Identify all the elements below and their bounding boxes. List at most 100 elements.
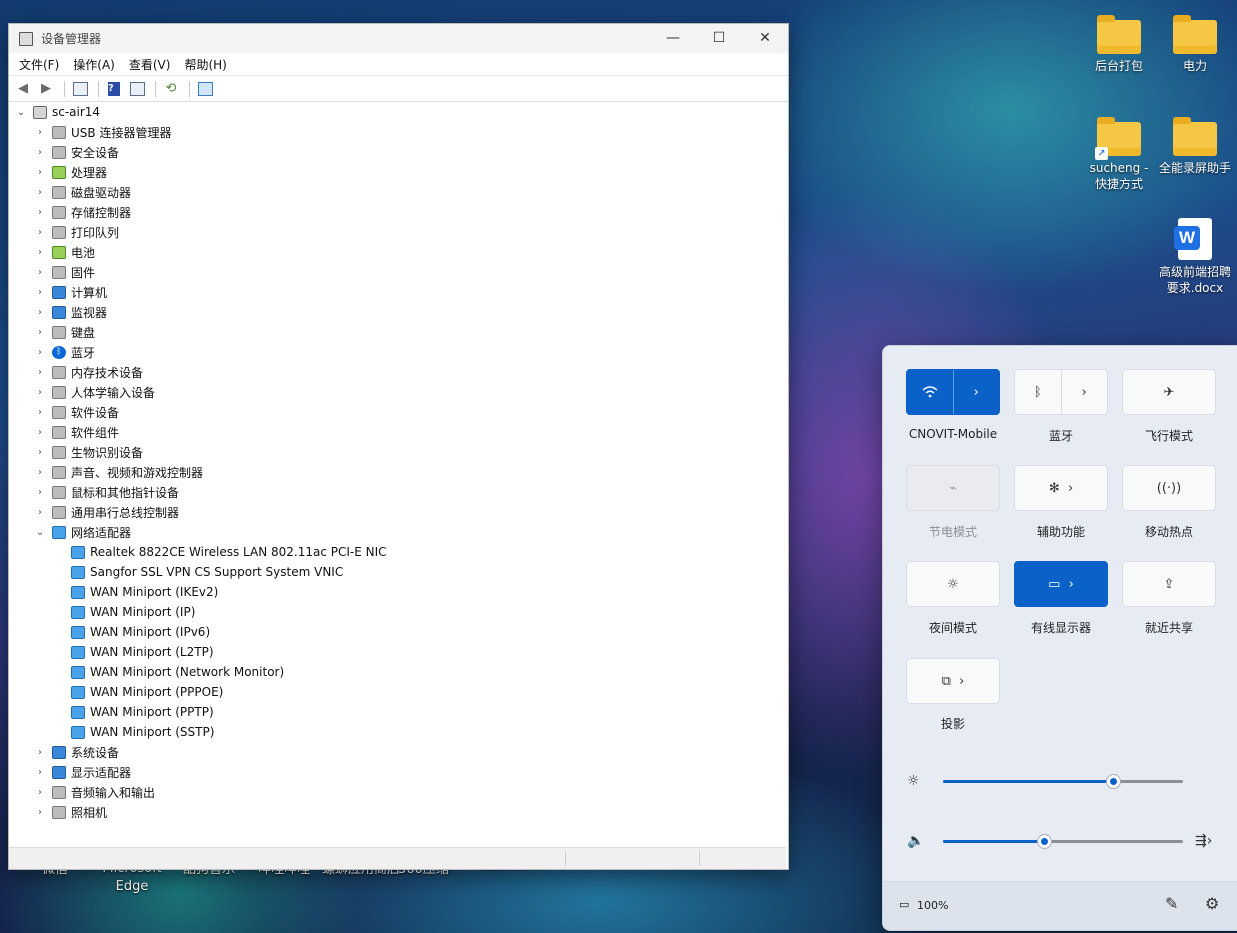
tree-category[interactable]: › 软件组件 (9, 422, 786, 442)
show-hide-tree-icon[interactable] (70, 80, 90, 98)
tree-device[interactable]: WAN Miniport (IP) (9, 602, 786, 622)
tree-category[interactable]: › 声音、视频和游戏控制器 (9, 462, 786, 482)
edit-pencil-icon[interactable]: ✎ (1165, 894, 1178, 913)
tree-category[interactable]: › 系统设备 (9, 742, 786, 762)
menu-action[interactable]: 操作(A) (66, 56, 122, 73)
tree-category[interactable]: › 磁盘驱动器 (9, 182, 786, 202)
update-driver-icon[interactable]: ⟲ (161, 80, 181, 98)
tile-hotspot[interactable]: ((·)) (1122, 465, 1216, 511)
expand-chevron-icon[interactable]: › (34, 207, 46, 218)
minimize-button[interactable]: — (650, 24, 696, 53)
tree-category[interactable]: › 打印队列 (9, 222, 786, 242)
tile-accessibility[interactable]: ✻ › (1014, 465, 1108, 511)
tree-category-network[interactable]: ⌄ 网络适配器 (9, 522, 786, 542)
tree-category[interactable]: › 内存技术设备 (9, 362, 786, 382)
speaker-icon[interactable]: 🔈 (907, 833, 929, 849)
expand-chevron-icon[interactable]: › (34, 447, 46, 458)
tree-category[interactable]: › 电池 (9, 242, 786, 262)
back-arrow-icon[interactable]: ◀ (13, 80, 33, 98)
tile-bluetooth[interactable]: ᛒ › (1014, 369, 1108, 415)
tree-device[interactable]: WAN Miniport (PPTP) (9, 702, 786, 722)
expand-chevron-icon[interactable]: › (34, 407, 46, 418)
tree-category[interactable]: › 监视器 (9, 302, 786, 322)
tree-category[interactable]: › 音频输入和输出 (9, 782, 786, 802)
tree-category[interactable]: › USB 连接器管理器 (9, 122, 786, 142)
wifi-icon[interactable] (907, 370, 953, 414)
volume-slider[interactable] (943, 834, 1183, 848)
properties-icon[interactable] (127, 80, 147, 98)
menu-help[interactable]: 帮助(H) (177, 56, 233, 73)
tree-device[interactable]: WAN Miniport (IKEv2) (9, 582, 786, 602)
tile-airplane[interactable]: ✈ (1122, 369, 1216, 415)
wifi-expand-chevron-icon[interactable]: › (952, 370, 1000, 414)
expand-chevron-icon[interactable]: › (34, 507, 46, 518)
collapse-chevron-icon[interactable]: ⌄ (15, 107, 27, 118)
collapse-chevron-icon[interactable]: ⌄ (34, 527, 46, 538)
desktop-icon-sucheng[interactable]: ↗ sucheng - 快捷方式 (1082, 117, 1156, 192)
tree-category[interactable]: › 软件设备 (9, 402, 786, 422)
tree-category[interactable]: › 鼠标和其他指针设备 (9, 482, 786, 502)
tree-root[interactable]: ⌄ sc-air14 (9, 102, 786, 122)
tree-category[interactable]: › 存储控制器 (9, 202, 786, 222)
expand-chevron-icon[interactable]: › (34, 427, 46, 438)
expand-chevron-icon[interactable]: › (34, 247, 46, 258)
tile-wifi[interactable]: › (906, 369, 1000, 415)
expand-chevron-icon[interactable]: › (34, 227, 46, 238)
expand-chevron-icon[interactable]: › (34, 807, 46, 818)
tree-device[interactable]: WAN Miniport (L2TP) (9, 642, 786, 662)
tile-night-light[interactable]: ☼ (906, 561, 1000, 607)
desktop-icon-luping[interactable]: 全能录屏助手 (1158, 117, 1232, 176)
tree-category[interactable]: › 通用串行总线控制器 (9, 502, 786, 522)
audio-output-select-icon[interactable]: ⇶› (1195, 833, 1212, 849)
expand-chevron-icon[interactable]: › (34, 467, 46, 478)
tree-device[interactable]: WAN Miniport (Network Monitor) (9, 662, 786, 682)
expand-chevron-icon[interactable]: › (34, 267, 46, 278)
tree-category[interactable]: › 照相机 (9, 802, 786, 822)
expand-chevron-icon[interactable]: › (34, 767, 46, 778)
brightness-slider-thumb[interactable] (1107, 774, 1121, 788)
title-bar[interactable]: 设备管理器 — ☐ ✕ (9, 24, 788, 53)
tree-category[interactable]: › 计算机 (9, 282, 786, 302)
expand-chevron-icon[interactable]: › (34, 187, 46, 198)
scan-hardware-icon[interactable] (195, 80, 215, 98)
device-tree[interactable]: ⌄ sc-air14 › USB 连接器管理器 › 安全设备 › 处理器 › 磁盘驱动器 › 存储… (9, 102, 786, 847)
expand-chevron-icon[interactable]: › (34, 147, 46, 158)
tree-category[interactable]: › 生物识别设备 (9, 442, 786, 462)
tree-device[interactable]: Sangfor SSL VPN CS Support System VNIC (9, 562, 786, 582)
tile-nearby-share[interactable]: ⇪ (1122, 561, 1216, 607)
tile-cast[interactable]: ▭ › (1014, 561, 1108, 607)
desktop-icon-dianli[interactable]: 电力 (1158, 15, 1232, 74)
settings-gear-icon[interactable]: ⚙ (1205, 894, 1219, 913)
tree-category[interactable]: › 显示适配器 (9, 762, 786, 782)
close-button[interactable]: ✕ (742, 24, 788, 53)
expand-chevron-icon[interactable]: › (34, 127, 46, 138)
tree-category[interactable]: › 人体学输入设备 (9, 382, 786, 402)
brightness-slider[interactable] (943, 774, 1183, 788)
tree-category[interactable]: › 处理器 (9, 162, 786, 182)
menu-file[interactable]: 文件(F) (12, 56, 66, 73)
expand-chevron-icon[interactable]: › (34, 747, 46, 758)
battery-icon[interactable]: ▭ (899, 898, 909, 911)
expand-chevron-icon[interactable]: › (34, 367, 46, 378)
tree-device[interactable]: Realtek 8822CE Wireless LAN 802.11ac PCI… (9, 542, 786, 562)
tree-category[interactable]: › ᛒ 蓝牙 (9, 342, 786, 362)
expand-chevron-icon[interactable]: › (34, 387, 46, 398)
expand-chevron-icon[interactable]: › (34, 307, 46, 318)
maximize-button[interactable]: ☐ (696, 24, 742, 53)
expand-chevron-icon[interactable]: › (34, 487, 46, 498)
expand-chevron-icon[interactable]: › (34, 347, 46, 358)
bluetooth-expand-chevron-icon[interactable]: › (1060, 370, 1108, 414)
tile-project[interactable]: ⧉ › (906, 658, 1000, 704)
tree-device[interactable]: WAN Miniport (SSTP) (9, 722, 786, 742)
tree-device[interactable]: WAN Miniport (IPv6) (9, 622, 786, 642)
forward-arrow-icon[interactable]: ▶ (36, 80, 56, 98)
volume-slider-thumb[interactable] (1037, 834, 1051, 848)
expand-chevron-icon[interactable]: › (34, 167, 46, 178)
help-icon[interactable]: ? (104, 80, 124, 98)
tree-device[interactable]: WAN Miniport (PPPOE) (9, 682, 786, 702)
tree-category[interactable]: › 固件 (9, 262, 786, 282)
expand-chevron-icon[interactable]: › (34, 327, 46, 338)
tile-battery-saver[interactable]: ⌁ (906, 465, 1000, 511)
bluetooth-icon[interactable]: ᛒ (1015, 370, 1061, 414)
expand-chevron-icon[interactable]: › (34, 287, 46, 298)
